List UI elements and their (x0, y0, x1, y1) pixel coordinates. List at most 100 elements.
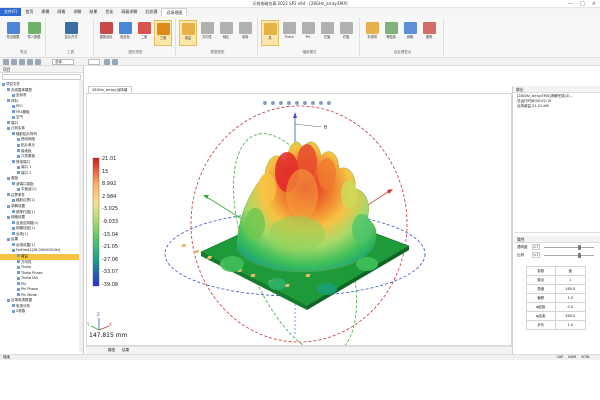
axial-ratio-button[interactable]: 轴比 (217, 20, 235, 46)
window-controls: — □ × (568, 1, 596, 7)
gain-button[interactable]: 增益 (179, 20, 197, 46)
menu-optimize[interactable]: 优化 (101, 8, 117, 16)
3d-viewport[interactable]: θ Z X Y 21.01 15 8.992 2.984 -3.025 -9.0… (86, 93, 512, 346)
ribbon-group-data-type: 增益 方向性 轴比 电场 数据类型 (178, 18, 258, 56)
tree-node-icon (12, 248, 15, 252)
tree-item-label: 增益 (21, 253, 28, 258)
efield-button[interactable]: 电场 (236, 20, 254, 46)
menu-model[interactable]: 建模 (37, 8, 53, 16)
probe-icon[interactable] (112, 59, 118, 65)
view-bottom-tabs: 模型 结果 (86, 346, 512, 354)
lhcp-button[interactable]: 左旋 (318, 20, 336, 46)
phi-button[interactable]: Phi (299, 20, 317, 46)
export-data-button[interactable]: 导出数据 (4, 20, 22, 46)
menu-home[interactable]: 首页 (21, 8, 37, 16)
redo-icon[interactable] (11, 59, 17, 65)
undo-icon[interactable] (3, 59, 9, 65)
mesh-button[interactable]: 网格 (401, 20, 419, 46)
view-front-icon[interactable] (295, 101, 299, 105)
property-value[interactable]: 180.0 (554, 284, 586, 294)
legend-value: -39.08 (102, 282, 119, 288)
menu-farfield-view[interactable]: 远场视图 (161, 8, 188, 16)
directivity-button[interactable]: 方向性 (198, 20, 216, 46)
contour-button[interactable]: 等值线 (382, 20, 400, 46)
view-iso-icon[interactable] (319, 101, 323, 105)
layer-select[interactable]: 总体 (52, 59, 74, 65)
slider-knob[interactable] (577, 253, 581, 258)
tree-item-label: Theta Phase (21, 270, 43, 275)
menu-file[interactable]: 文件(F) (0, 8, 22, 16)
theta-button[interactable]: Theta (280, 20, 298, 46)
tool-row: 总体 (0, 58, 600, 66)
tree-item-label: 求解设置 (11, 204, 25, 209)
tab-results[interactable]: 结果 (122, 348, 129, 353)
tree-node-icon (17, 149, 20, 153)
menu-mesh[interactable]: 网格 (53, 8, 69, 16)
ribbon-group-plot-type: 直角坐标 极坐标 二维 三维 图形类型 (96, 18, 176, 56)
tree-scrollbar[interactable] (79, 80, 83, 352)
table-row: φ起始 0.0 (526, 302, 586, 312)
menu-solve[interactable]: 求解 (69, 8, 85, 16)
3d-button[interactable]: 三维 (154, 20, 172, 46)
rhcp-button[interactable]: 右旋 (337, 20, 355, 46)
property-value[interactable]: 1 (554, 275, 586, 285)
3d-plot-icon (156, 23, 170, 35)
property-value[interactable]: 值 (554, 266, 586, 276)
property-sliders: 透明度 0.7 比例 0.7 (514, 243, 600, 259)
zoom-in-icon[interactable] (279, 101, 283, 105)
transparent-button[interactable]: 半透明 (363, 20, 381, 46)
zoom-out-icon[interactable] (287, 101, 291, 105)
property-name: 角度 (526, 284, 556, 294)
display-mode-button[interactable]: 显示方式 (62, 20, 80, 46)
slider-track[interactable] (544, 255, 594, 256)
window-title: 天线电磁仿真 2022 SP2 x64 - [28GHz_array.EMX] (252, 1, 348, 6)
maximize-button[interactable]: □ (580, 1, 585, 7)
tree-search-input[interactable] (2, 74, 81, 80)
tree-item-label: 波端口激励 (16, 181, 34, 186)
property-slider[interactable]: 透明度 0.7 (514, 243, 600, 251)
property-value[interactable]: 0.0 (554, 302, 586, 312)
slider-track[interactable] (544, 247, 594, 248)
theta-indicator-line (294, 123, 322, 128)
import-data-button[interactable]: 导入数据 (25, 20, 43, 46)
tree-node-icon (7, 193, 10, 197)
scope-select[interactable] (88, 59, 100, 65)
property-value[interactable]: 1.0 (554, 320, 586, 330)
tree-node-icon (17, 165, 20, 169)
tree-item-label: 网格设置 (11, 215, 25, 220)
ribbon-group-radiation-mode: 总 Theta Phi 左旋 右旋 辐射模式 (260, 18, 360, 56)
slider-value-input[interactable]: 0.7 (532, 244, 540, 250)
zoom-fit-icon[interactable] (271, 101, 275, 105)
menu-results[interactable]: 结果 (85, 8, 101, 16)
view-top-icon[interactable] (303, 101, 307, 105)
screenshot-icon[interactable] (327, 101, 331, 105)
slider-value-input[interactable]: 0.7 (532, 252, 540, 258)
legend-button[interactable]: 图例 (420, 20, 438, 46)
view-tab[interactable]: 28GHz_array(远场增益) (88, 86, 132, 98)
property-value[interactable]: 360.0 (554, 311, 586, 321)
zoom-icon[interactable] (35, 59, 41, 65)
pan-icon[interactable] (27, 59, 33, 65)
2d-button[interactable]: 二维 (135, 20, 153, 46)
tree-node-icon (7, 176, 10, 180)
menu-advanced[interactable]: 高级求解 (117, 8, 141, 16)
property-value[interactable]: 1.0 (554, 293, 586, 303)
close-button[interactable]: × (592, 1, 596, 7)
output-log: [28GHz_array.EMX]求解完成(4)... 总运行时间:00:02:1… (514, 93, 600, 233)
tree-item-label: PEC (16, 104, 23, 109)
slider-knob[interactable] (577, 245, 581, 250)
total-button[interactable]: 总 (261, 20, 279, 46)
export-icon (6, 22, 20, 34)
menu-postprocess[interactable]: 后处理 (141, 8, 161, 16)
select-icon[interactable] (19, 59, 25, 65)
property-slider[interactable]: 比例 0.7 (514, 251, 600, 259)
polar-button[interactable]: 极坐标 (116, 20, 134, 46)
measure-icon[interactable] (104, 59, 110, 65)
minimize-button[interactable]: — (568, 1, 573, 7)
tab-model[interactable]: 模型 (108, 348, 115, 353)
tree-node-icon (7, 215, 10, 219)
tree-item[interactable]: S参数 (0, 309, 83, 315)
cartesian-button[interactable]: 直角坐标 (97, 20, 115, 46)
rotate-icon[interactable] (263, 101, 267, 105)
view-side-icon[interactable] (311, 101, 315, 105)
